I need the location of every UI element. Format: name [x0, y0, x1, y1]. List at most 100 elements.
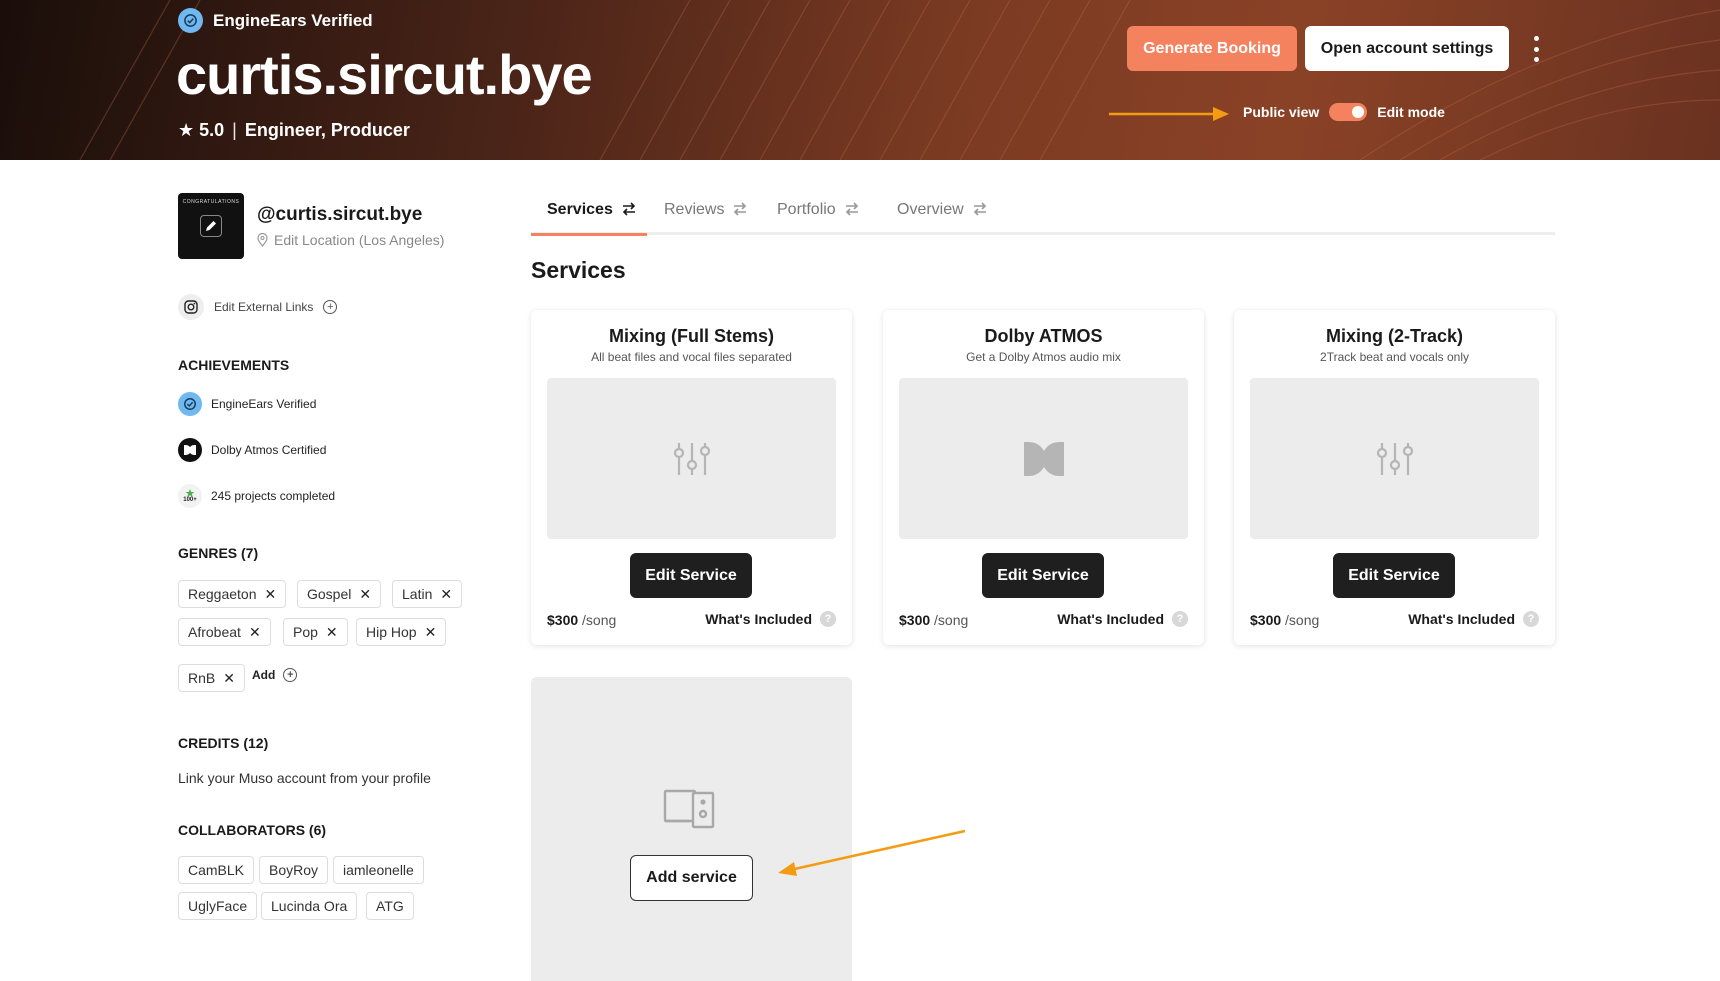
edit-mode-label: Edit mode [1377, 104, 1445, 120]
edit-service-button[interactable]: Edit Service [1333, 553, 1455, 598]
genre-chip[interactable]: RnB ✕ [178, 664, 245, 692]
remove-icon[interactable]: ✕ [359, 586, 371, 603]
whats-included-link[interactable]: What's Included? [1057, 611, 1188, 627]
plus-circle-icon[interactable]: + [323, 300, 338, 314]
remove-icon[interactable]: ✕ [425, 624, 437, 641]
genre-chip[interactable]: Reggaeton ✕ [178, 580, 287, 608]
collaborator-chip[interactable]: Lucinda Ora [261, 892, 358, 920]
service-title: Mixing (2-Track) [1325, 326, 1464, 346]
remove-icon[interactable]: ✕ [440, 586, 452, 603]
sliders-icon [673, 442, 710, 475]
credits-heading: CREDITS (12) [178, 735, 269, 751]
whats-included-link[interactable]: What's Included? [1408, 611, 1539, 627]
edit-service-button[interactable]: Edit Service [982, 553, 1104, 598]
service-title: Mixing (Full Stems) [608, 326, 774, 346]
generate-booking-button[interactable]: Generate Booking [1127, 26, 1297, 71]
genre-chip[interactable]: Gospel ✕ [297, 580, 382, 608]
active-tab-indicator [531, 233, 647, 236]
open-account-settings-button[interactable]: Open account settings [1305, 26, 1509, 71]
add-service-button[interactable]: Add service [630, 855, 753, 901]
service-title: Dolby ATMOS [984, 326, 1103, 346]
remove-icon[interactable]: ✕ [249, 624, 261, 641]
edit-mode-toggle[interactable] [1329, 103, 1368, 121]
price-value: $300 [1250, 612, 1282, 628]
plus-circle-icon[interactable]: + [283, 668, 298, 682]
genre-label: Hip Hop [366, 624, 417, 640]
rating: ★ 5.0 [178, 120, 225, 140]
edit-external-links[interactable]: Edit External Links + [178, 294, 338, 320]
external-links-label: Edit External Links [214, 300, 314, 314]
service-price: $300 /song [899, 612, 968, 628]
tab-overview[interactable]: Overview [897, 195, 988, 235]
more-options-icon[interactable] [1530, 36, 1542, 62]
whats-included-label: What's Included [1408, 611, 1515, 627]
collaborator-chip[interactable]: UglyFace [178, 892, 258, 920]
service-thumbnail [547, 378, 836, 539]
achievement-item: Dolby Atmos Certified [178, 438, 326, 462]
hundred-plus-icon: 100+ [178, 484, 202, 508]
swap-icon [734, 202, 747, 216]
profile-tabs: Services Reviews Portfolio Overview [531, 195, 1555, 236]
avatar[interactable]: CONGRATULATIONS [178, 193, 244, 259]
genre-chip[interactable]: Hip Hop ✕ [356, 618, 447, 646]
help-icon[interactable]: ? [1523, 611, 1539, 627]
price-unit: /song [578, 612, 617, 628]
swap-icon [973, 202, 986, 216]
avatar-caption: CONGRATULATIONS [182, 199, 240, 205]
tab-services[interactable]: Services [547, 195, 637, 235]
whats-included-link[interactable]: What's Included? [705, 611, 836, 627]
view-mode-toggle-row: Public view Edit mode [1243, 103, 1445, 121]
achievement-item: EngineEars Verified [178, 392, 316, 416]
service-subtitle: Get a Dolby Atmos audio mix [966, 350, 1121, 364]
collaborator-chip[interactable]: ATG [366, 892, 414, 920]
profile-summary: CONGRATULATIONS @curtis.sircut.bye Edit … [178, 193, 444, 259]
page-title: curtis.sircut.bye [176, 43, 593, 106]
tab-label: Reviews [664, 201, 725, 218]
sliders-icon [1376, 442, 1413, 475]
genre-chip[interactable]: Latin ✕ [392, 580, 463, 608]
service-subtitle: All beat files and vocal files separated [591, 350, 792, 364]
rating-roles-row: ★ 5.0 | Engineer, Producer [178, 120, 410, 141]
collaborator-label: iamleonelle [343, 862, 414, 878]
hundred-plus-badge: 100+ [183, 497, 197, 503]
instagram-icon[interactable] [178, 294, 204, 320]
verified-label: EngineEars Verified [213, 10, 373, 30]
genres-heading: GENRES (7) [178, 545, 259, 561]
service-card: Dolby ATMOS Get a Dolby Atmos audio mix … [883, 310, 1204, 645]
verified-icon [178, 392, 202, 416]
profile-hero-banner: EngineEars Verified curtis.sircut.bye ★ … [0, 0, 1720, 160]
remove-icon[interactable]: ✕ [223, 670, 235, 687]
dolby-icon [1023, 441, 1064, 476]
whats-included-label: What's Included [705, 611, 812, 627]
price-unit: /song [930, 612, 969, 628]
collaborator-label: Lucinda Ora [271, 898, 348, 914]
verified-row: EngineEars Verified [178, 8, 373, 33]
edit-service-button[interactable]: Edit Service [630, 553, 752, 598]
pencil-icon[interactable] [200, 215, 222, 237]
devices-icon [663, 789, 715, 829]
tab-portfolio[interactable]: Portfolio [777, 195, 860, 235]
achievement-label: EngineEars Verified [211, 397, 317, 411]
remove-icon[interactable]: ✕ [326, 624, 338, 641]
add-genre-link[interactable]: Add + [252, 668, 298, 682]
help-icon[interactable]: ? [1172, 611, 1188, 627]
edit-location-link[interactable]: Edit Location (Los Angeles) [257, 232, 444, 248]
genre-chip[interactable]: Pop ✕ [283, 618, 348, 646]
collaborator-chip[interactable]: iamleonelle [333, 856, 424, 884]
collaborator-chip[interactable]: BoyRoy [259, 856, 329, 884]
add-genre-label: Add [252, 668, 276, 682]
service-price: $300 /song [1250, 612, 1319, 628]
tab-label: Portfolio [777, 201, 836, 218]
service-subtitle: 2Track beat and vocals only [1320, 350, 1469, 364]
remove-icon[interactable]: ✕ [265, 586, 277, 603]
genre-chip[interactable]: Afrobeat ✕ [178, 618, 271, 646]
whats-included-label: What's Included [1057, 611, 1164, 627]
collaborator-chip[interactable]: CamBLK [178, 856, 255, 884]
credits-link-text[interactable]: Link your Muso account from your profile [178, 770, 431, 786]
add-service-card[interactable]: Add service [531, 677, 852, 981]
genre-label: RnB [188, 670, 216, 686]
help-icon[interactable]: ? [820, 611, 836, 627]
collaborator-label: BoyRoy [269, 862, 319, 878]
tab-label: Services [547, 201, 613, 218]
tab-reviews[interactable]: Reviews [664, 195, 748, 235]
